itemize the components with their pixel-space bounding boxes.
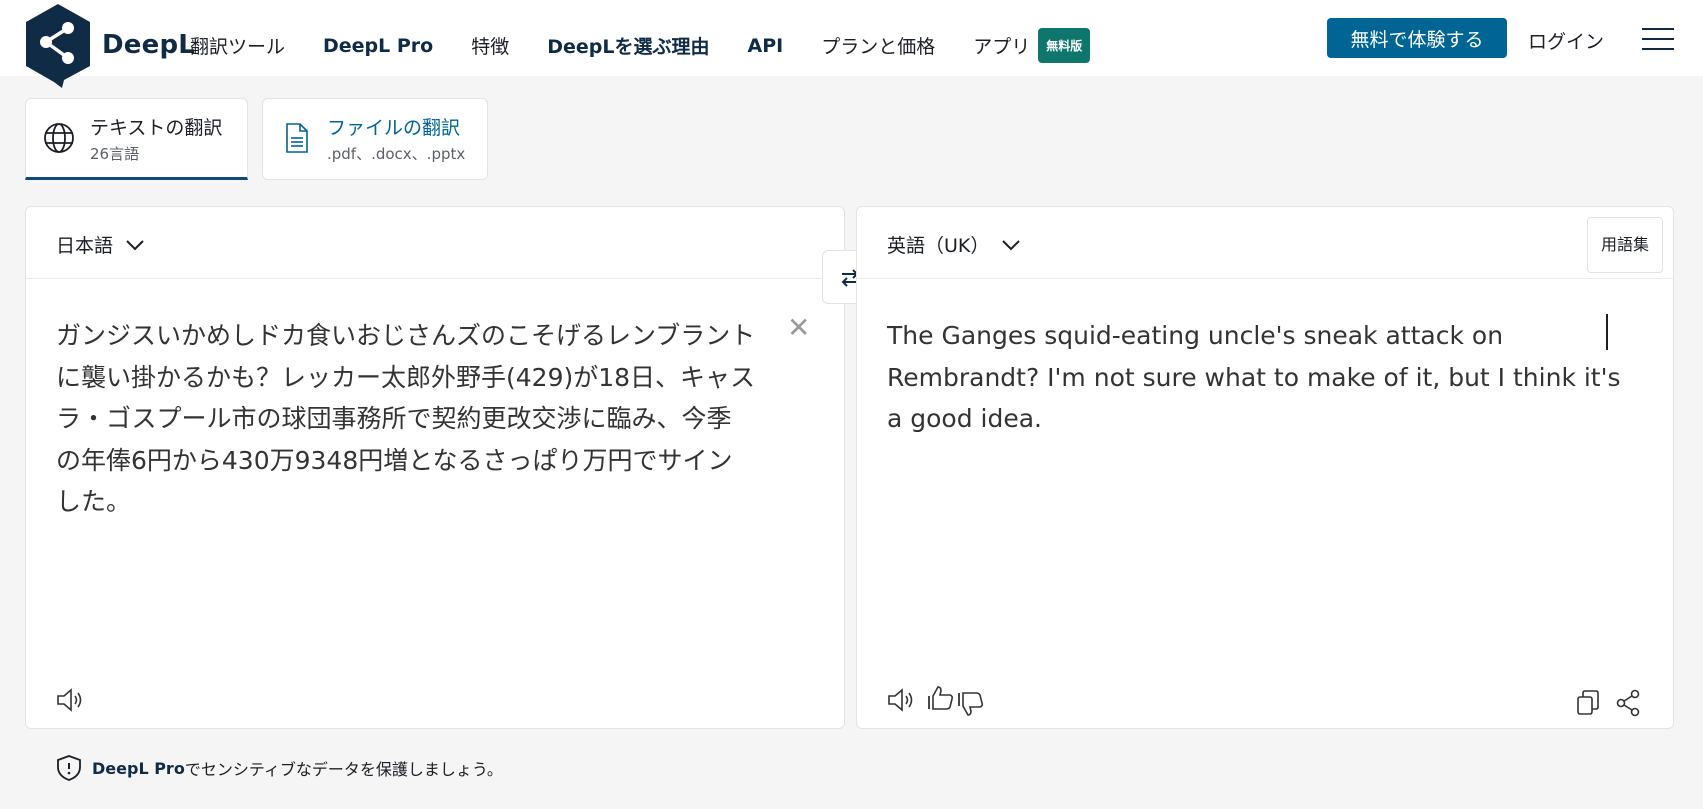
chevron-down-icon [126,239,144,250]
source-panel: 日本語 ガンジスいかめしドカ食いおじさんズのこそげるレンブラントに襲い掛かるかも… [25,206,845,729]
clear-text-icon[interactable]: ✕ [787,311,810,344]
nav-why-deepl[interactable]: DeepLを選ぶ理由 [547,32,709,59]
source-text-input[interactable]: ガンジスいかめしドカ食いおじさんズのこそげるレンブラントに襲い掛かるかも？レッカ… [56,315,756,523]
nav-pricing[interactable]: プランと価格 [821,32,935,59]
tab-text-subtitle: 26言語 [90,145,140,163]
nav-features[interactable]: 特徴 [471,32,509,59]
top-header: DeepL 翻訳ツール DeepL Pro 特徴 DeepLを選ぶ理由 API … [0,0,1703,88]
glossary-button[interactable]: 用語集 [1586,217,1663,273]
deepl-logo-icon[interactable] [24,4,92,88]
footer-pro-link[interactable]: DeepL Pro [92,759,185,778]
speaker-icon[interactable] [56,687,86,713]
globe-icon [44,123,74,153]
pro-security-note: DeepL Pro でセンシティブなデータを保護しましょう。 [56,754,503,782]
target-language-selector[interactable]: 英語（UK） [887,231,1021,258]
tab-file-subtitle: .pdf、.docx、.pptx [327,145,466,163]
nav-translator[interactable]: 翻訳ツール [190,32,285,59]
thumbs-down-icon[interactable] [957,689,985,717]
shield-icon [57,755,81,781]
brand-name[interactable]: DeepL [102,30,195,60]
nav-api[interactable]: API [748,35,784,57]
target-panel: 英語（UK） 用語集 The Ganges squid-eating uncle… [856,206,1674,729]
document-icon [286,123,308,153]
nav-deepl-pro[interactable]: DeepL Pro [323,35,433,57]
source-language-selector[interactable]: 日本語 [56,231,145,258]
nav-apps[interactable]: アプリ [973,32,1030,59]
free-badge[interactable]: 無料版 [1038,28,1091,63]
tab-file-title: ファイルの翻訳 [327,117,461,139]
chevron-down-icon [1002,239,1021,250]
tab-text-translation[interactable]: テキストの翻訳 26言語 [25,98,248,180]
text-cursor [1606,314,1608,350]
target-language-label: 英語（UK） [887,235,990,257]
speaker-icon[interactable] [887,687,917,713]
tab-file-translation[interactable]: ファイルの翻訳 .pdf、.docx、.pptx [262,98,488,180]
footer-message: でセンシティブなデータを保護しましょう。 [184,760,503,779]
source-language-label: 日本語 [56,235,114,257]
login-link[interactable]: ログイン [1528,27,1604,54]
share-icon[interactable] [1615,689,1641,717]
copy-icon[interactable] [1575,689,1601,717]
target-panel-header: 英語（UK） 用語集 [857,207,1673,279]
tab-text-title: テキストの翻訳 [90,117,223,139]
translation-output: The Ganges squid-eating uncle's sneak at… [887,321,1621,433]
free-trial-button[interactable]: 無料で体験する [1327,18,1507,58]
source-panel-header: 日本語 [26,207,844,279]
hamburger-menu-icon[interactable] [1642,28,1674,52]
main-nav: 翻訳ツール DeepL Pro 特徴 DeepLを選ぶ理由 API プランと価格… [190,28,1091,63]
thumbs-up-icon[interactable] [927,685,955,711]
